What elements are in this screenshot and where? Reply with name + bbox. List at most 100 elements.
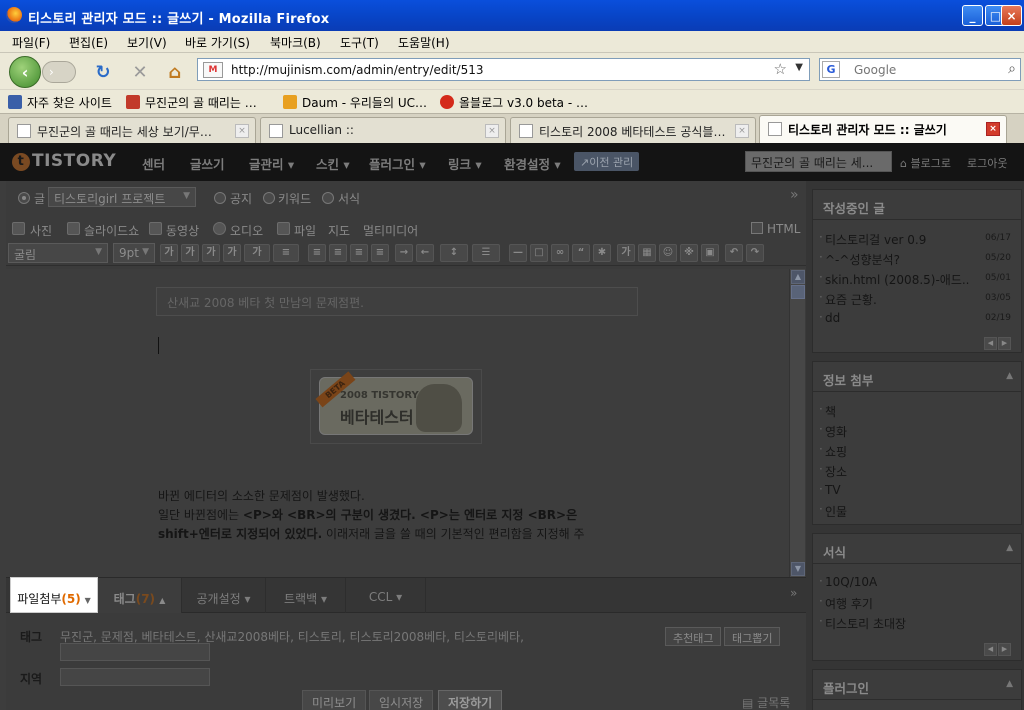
next-page-icon[interactable]: ▶ (998, 643, 1011, 656)
indent-icon[interactable]: → (395, 244, 413, 262)
nav-settings[interactable]: 환경설정 ▾ (504, 154, 561, 173)
extract-tag-button[interactable]: 태그뽑기 (724, 627, 781, 646)
post-list-link[interactable]: ▤ 글목록 (742, 694, 790, 710)
draft-item[interactable]: ^-^성향분석?05/20 (813, 248, 1021, 268)
tab-close-icon[interactable]: × (485, 124, 499, 138)
html-checkbox[interactable] (751, 222, 763, 234)
temp-save-button[interactable]: 임시저장 (369, 690, 434, 710)
bookmark-mujinism[interactable]: 무진군의 골 때리는 … (126, 94, 257, 111)
menu-edit[interactable]: 편집(E) (69, 34, 108, 51)
menu-bookmarks[interactable]: 북마크(B) (270, 34, 321, 51)
scroll-down-icon[interactable]: ▼ (791, 562, 805, 576)
table-icon[interactable]: ▦ (638, 244, 656, 262)
post-title-field[interactable]: 산새교 2008 베타 첫 만남의 문제점편. (156, 287, 638, 316)
search-engine-icon[interactable]: G (822, 61, 840, 78)
nav-manage-posts[interactable]: 글관리 ▾ (249, 154, 294, 173)
tab-tistory-beta[interactable]: 티스토리 2008 베타테스트 공식블… × (510, 117, 756, 143)
media-audio[interactable]: 오디오 (230, 222, 263, 239)
align-justify-icon[interactable]: ≡ (371, 244, 389, 262)
size-select[interactable]: 9pt ▼ (113, 243, 155, 263)
nav-link[interactable]: 링크 ▾ (448, 154, 482, 173)
draft-item[interactable]: 티스토리걸 ver 0.906/17 (813, 228, 1021, 248)
next-page-icon[interactable]: ▶ (998, 337, 1011, 350)
editor-canvas[interactable]: 산새교 2008 베타 첫 만남의 문제점편. BETA 2008 TISTOR… (6, 269, 789, 577)
bold-icon[interactable]: 가 (160, 244, 178, 262)
bookmark-star-icon[interactable]: ☆ (774, 60, 787, 78)
stop-icon[interactable]: ✕ (129, 61, 151, 83)
align-center-icon[interactable]: ≡ (329, 244, 347, 262)
search-icon[interactable]: ⌕ (1008, 61, 1016, 77)
draft-item[interactable]: skin.html (2008.5)-애드..05/01 (813, 268, 1021, 288)
info-item-person[interactable]: 인물 (813, 500, 1021, 520)
media-map[interactable]: 지도 (328, 222, 350, 239)
tab-ccl[interactable]: CCL ▾ (346, 578, 426, 613)
collapse-arrow-icon[interactable]: ▲ (1006, 543, 1013, 553)
tab-close-icon[interactable]: × (986, 122, 1000, 136)
outdent-icon[interactable]: ← (416, 244, 434, 262)
tab-trackback[interactable]: 트랙백 ▾ (266, 578, 346, 613)
radio-form[interactable] (322, 192, 334, 204)
info-item-movie[interactable]: 영화 (813, 420, 1021, 440)
bookmark-allblog[interactable]: 올블로그 v3.0 beta - … (440, 94, 588, 111)
redo-icon[interactable]: ↷ (746, 244, 764, 262)
forward-button[interactable]: › (42, 61, 76, 83)
url-dropdown-icon[interactable]: ▼ (795, 62, 803, 73)
editor-scrollbar[interactable]: ▲ ▼ (789, 269, 805, 577)
highlight-icon[interactable]: ≡ (273, 244, 299, 262)
list-icon[interactable]: ☰ (472, 244, 500, 262)
format-item[interactable]: 10Q/10A (813, 572, 1021, 592)
search-input[interactable] (854, 61, 994, 78)
radio-post[interactable] (18, 192, 30, 204)
nav-skin[interactable]: 스킨 ▾ (316, 154, 350, 173)
blog-selector[interactable]: 무진군의 골 때리는 세... (745, 151, 892, 172)
tab-mujinism[interactable]: 무진군의 골 때리는 세상 보기/무… × (8, 117, 256, 143)
box-icon[interactable]: □ (530, 244, 548, 262)
media-photo[interactable]: 사진 (30, 222, 52, 239)
info-item-place[interactable]: 장소 (813, 460, 1021, 480)
nav-center[interactable]: 센터 (142, 154, 165, 173)
media-video[interactable]: 동영상 (166, 222, 199, 239)
bookmark-most-visited[interactable]: 자주 찾은 사이트 (8, 94, 112, 111)
special-char-icon[interactable]: ✱ (593, 244, 611, 262)
draft-item[interactable]: 요즘 근황.03/05 (813, 288, 1021, 308)
scroll-thumb[interactable] (791, 285, 805, 299)
radio-notice[interactable] (214, 192, 226, 204)
strike-icon[interactable]: 가 (223, 244, 241, 262)
preview-button[interactable]: 미리보기 (302, 690, 367, 710)
home-icon[interactable]: ⌂ (164, 61, 186, 83)
tab-close-icon[interactable]: × (235, 124, 249, 138)
back-button[interactable]: ‹ (9, 56, 41, 88)
font-select[interactable]: 굴림 ▼ (8, 243, 108, 263)
undo-icon[interactable]: ↶ (725, 244, 743, 262)
menu-file[interactable]: 파일(F) (12, 34, 50, 51)
menu-view[interactable]: 보기(V) (127, 34, 167, 51)
menu-tools[interactable]: 도구(T) (340, 34, 379, 51)
text-box-icon[interactable]: 가 (617, 244, 635, 262)
tab-publish-settings[interactable]: 공개설정 ▾ (182, 578, 266, 613)
tab-close-icon[interactable]: × (735, 124, 749, 138)
nav-write[interactable]: 글쓰기 (190, 154, 225, 173)
collapse-icon[interactable]: » (790, 187, 799, 203)
info-item-shopping[interactable]: 쇼핑 (813, 440, 1021, 460)
media-multimedia[interactable]: 멀티미디어 (363, 222, 418, 239)
emoticon-icon[interactable]: ☺ (659, 244, 677, 262)
tab-file-attach[interactable]: 파일첨부(5) ▼ (10, 577, 98, 613)
prev-page-icon[interactable]: ◀ (984, 643, 997, 656)
beta-tester-image[interactable]: BETA 2008 TISTORY 베타테스터 (310, 369, 482, 444)
scroll-up-icon[interactable]: ▲ (791, 270, 805, 284)
underline-icon[interactable]: 가 (181, 244, 199, 262)
line-height-icon[interactable]: ↕ (440, 244, 468, 262)
minimize-button[interactable]: _ (962, 5, 983, 26)
to-blog-link[interactable]: ⌂ 블로그로 (900, 155, 951, 171)
menu-help[interactable]: 도움말(H) (398, 34, 450, 51)
format-item[interactable]: 여행 후기 (813, 592, 1021, 612)
save-button[interactable]: 저장하기 (438, 690, 503, 710)
nav-plugin[interactable]: 플러그인 ▾ (369, 154, 426, 173)
close-window-button[interactable]: × (1001, 5, 1022, 26)
info-item-tv[interactable]: TV (813, 480, 1021, 500)
media-slideshow[interactable]: 슬라이드쇼 (84, 222, 139, 239)
italic-icon[interactable]: 가 (202, 244, 220, 262)
info-item-book[interactable]: 책 (813, 400, 1021, 420)
collapse-arrow-icon[interactable]: ▲ (1006, 679, 1013, 689)
post-body[interactable]: 바뀐 에디터의 소소한 문제점이 발생했다. 일단 바뀐점에는 <P>와 <BR… (158, 487, 628, 544)
